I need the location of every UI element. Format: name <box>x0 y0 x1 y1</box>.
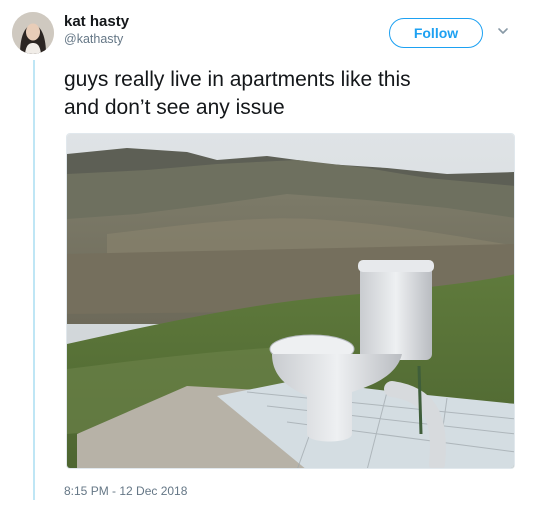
tweet-text: guys really live in apartments like this… <box>64 66 524 122</box>
tweet-text-line: and don’t see any issue <box>64 96 285 119</box>
chevron-down-icon[interactable] <box>497 25 509 37</box>
thread-rail <box>33 60 35 500</box>
tweet-card: kat hasty @kathasty Follow guys really l… <box>0 0 540 509</box>
follow-button[interactable]: Follow <box>389 18 483 48</box>
avatar[interactable] <box>12 12 54 54</box>
tweet-photo[interactable] <box>66 133 515 469</box>
tweet-timestamp[interactable]: 8:15 PM - 12 Dec 2018 <box>64 484 187 498</box>
author-handle[interactable]: @kathasty <box>64 32 123 46</box>
tweet-text-line: guys really live in apartments like this <box>64 68 411 91</box>
author-name[interactable]: kat hasty <box>64 13 129 30</box>
